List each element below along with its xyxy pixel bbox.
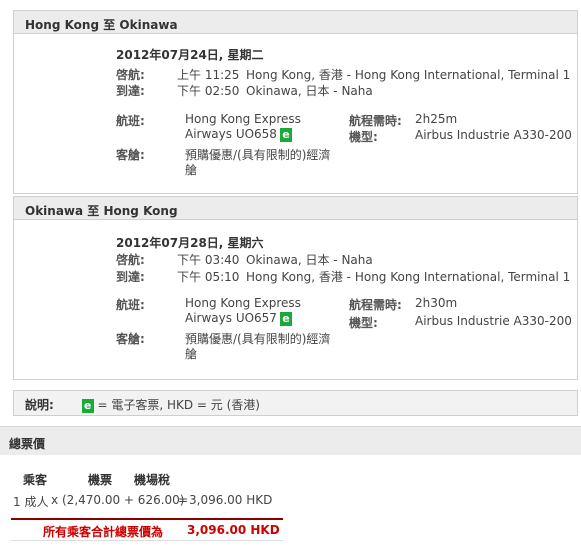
fare-row-equals: = <box>178 493 189 507</box>
fare-row-multiply: x <box>51 493 59 507</box>
leg-2-details: 2012年07月28日, 星期六 啓航: 下午 03:40 Okinawa, 日… <box>13 220 578 380</box>
leg-1-arrive-time: 下午 02:50 <box>177 84 240 98</box>
leg-2-flight-label: 航班: <box>116 298 145 312</box>
legend-bar: 說明: e = 電子客票, HKD = 元 (香港) <box>13 390 578 416</box>
legend-label: 說明: <box>25 398 54 412</box>
leg-2-header: Okinawa 至 Hong Kong <box>13 196 578 220</box>
fare-title: 總票價 <box>9 437 46 451</box>
leg-2-aircraft: Airbus Industrie A330-200 <box>415 314 572 328</box>
fare-row-passenger: 1 成人 <box>13 495 49 509</box>
leg-1-flight-line2: Airways UO658 <box>185 127 277 141</box>
col-tax: 機場稅 <box>134 473 171 487</box>
leg-2-arrive-time: 下午 05:10 <box>177 270 240 284</box>
leg-2-depart-time: 下午 03:40 <box>177 253 240 267</box>
grand-total-value: 3,096.00 HKD <box>187 523 280 537</box>
leg-1-flight-label: 航班: <box>116 114 145 128</box>
leg-2-arrive-place: Hong Kong, 香港 - Hong Kong International,… <box>246 270 571 284</box>
leg-1-cabin-line2: 艙 <box>185 163 198 177</box>
leg-2-depart-label: 啓航: <box>116 253 145 267</box>
col-passenger: 乘客 <box>23 473 48 487</box>
leg-1-duration: 2h25m <box>415 112 458 126</box>
leg-1-flight-number: Airways UO658 e <box>185 127 292 142</box>
fare-section-header: 總票價 <box>0 426 581 455</box>
leg-2-aircraft-label: 機型: <box>349 316 378 330</box>
eticket-icon: e <box>279 127 292 142</box>
leg-1-cabin-line1: 預購優惠/(具有限制的)經濟 <box>185 148 331 162</box>
leg-2-duration-label: 航程需時: <box>349 298 402 312</box>
leg-1-aircraft-label: 機型: <box>349 130 378 144</box>
leg-2-cabin-line1: 預購優惠/(具有限制的)經濟 <box>185 332 331 346</box>
leg-1-flight-line1: Hong Kong Express <box>185 112 301 126</box>
leg-2-cabin-line2: 艙 <box>185 347 198 361</box>
leg-1-depart-place: Hong Kong, 香港 - Hong Kong International,… <box>246 68 571 82</box>
col-fare: 機票 <box>88 473 113 487</box>
leg-2-flight-line2: Airways UO657 <box>185 311 277 325</box>
grand-total-label: 所有乘客合計總票價為 <box>43 525 164 539</box>
eticket-icon: e <box>81 398 94 413</box>
legend-text: = 電子客票, HKD = 元 (香港) <box>97 398 260 412</box>
total-divider <box>11 518 283 520</box>
leg-2-cabin-label: 客艙: <box>116 332 145 346</box>
leg-1-arrive-place: Okinawa, 日本 - Naha <box>246 84 373 98</box>
leg-1-cabin-label: 客艙: <box>116 148 145 162</box>
leg-2-duration: 2h30m <box>415 296 458 310</box>
leg-2-flight-number: Airways UO657 e <box>185 311 292 326</box>
leg-2-flight-line1: Hong Kong Express <box>185 296 301 310</box>
fare-row-calc: (2,470.00 + 626.00) <box>62 493 185 507</box>
leg-1-arrive-label: 到達: <box>116 84 145 98</box>
eticket-icon: e <box>279 311 292 326</box>
leg-2-depart-place: Okinawa, 日本 - Naha <box>246 253 373 267</box>
leg-2-title: Okinawa 至 Hong Kong <box>25 204 178 218</box>
total-underline <box>11 540 283 541</box>
leg-1-aircraft: Airbus Industrie A330-200 <box>415 128 572 142</box>
leg-1-depart-label: 啓航: <box>116 68 145 82</box>
leg-1-duration-label: 航程需時: <box>349 114 402 128</box>
leg-2-date: 2012年07月28日, 星期六 <box>116 236 264 250</box>
leg-1-depart-time: 上午 11:25 <box>177 68 240 82</box>
leg-1-details: 2012年07月24日, 星期二 啓航: 上午 11:25 Hong Kong,… <box>13 34 578 194</box>
fare-row-total: 3,096.00 HKD <box>189 493 273 507</box>
leg-1-header: Hong Kong 至 Okinawa <box>13 10 578 34</box>
leg-1-date: 2012年07月24日, 星期二 <box>116 48 264 62</box>
leg-2-arrive-label: 到達: <box>116 270 145 284</box>
leg-1-title: Hong Kong 至 Okinawa <box>25 18 178 32</box>
